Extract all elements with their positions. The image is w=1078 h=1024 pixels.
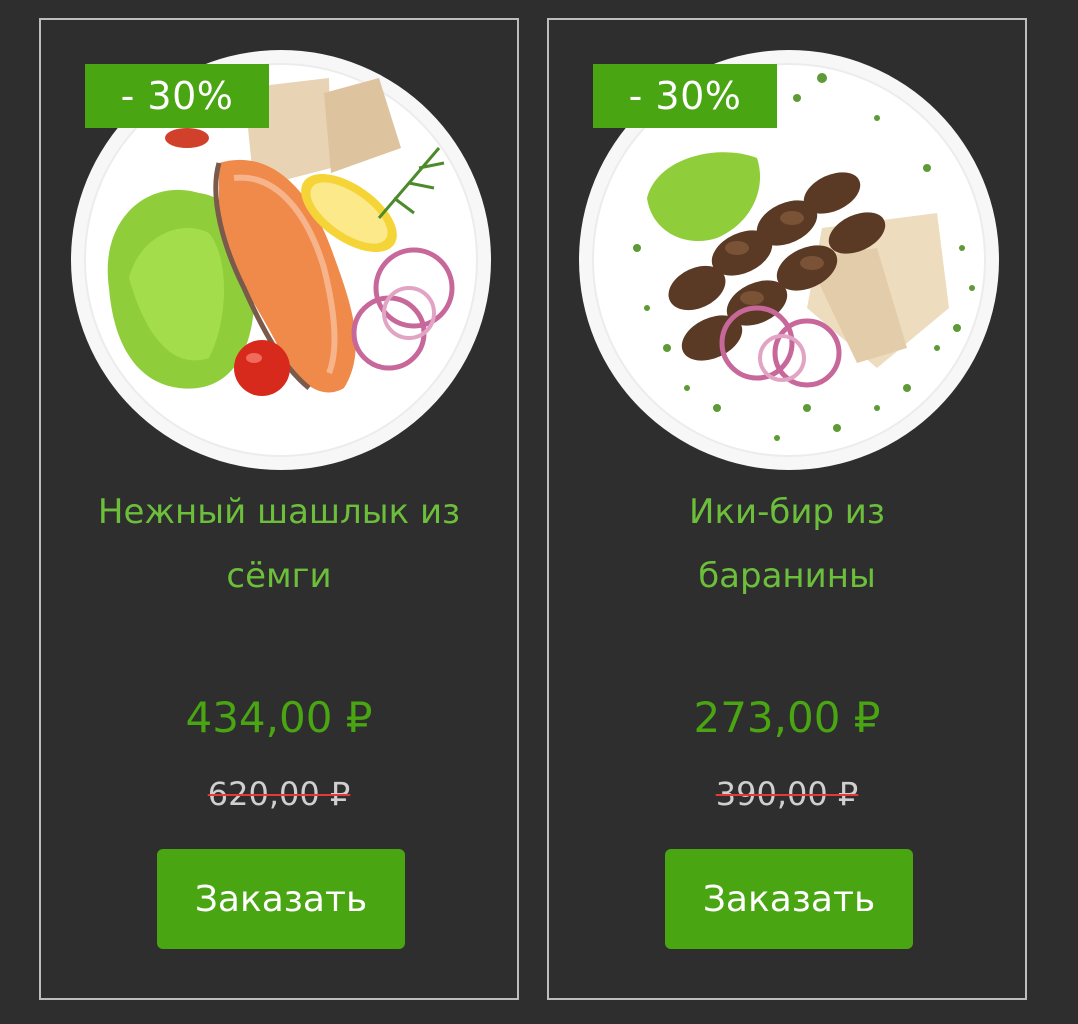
product-title-line1: Ики-бир из xyxy=(689,492,885,532)
product-title[interactable]: Нежный шашлык из сёмги xyxy=(61,480,497,608)
product-title-line1: Нежный шашлык из xyxy=(97,492,461,532)
discount-badge: - 30% xyxy=(85,64,269,128)
product-title-line2: сёмги xyxy=(226,556,332,596)
product-card: - 30% Нежный шашлык из сёмги 434,00 ₽ 62… xyxy=(39,18,519,1000)
product-price: 434,00 ₽ xyxy=(185,693,373,742)
product-title-line2: баранины xyxy=(698,556,876,596)
old-price-value: 390,00 ₽ xyxy=(715,775,859,813)
product-old-price: 390,00 ₽ xyxy=(549,772,1025,816)
product-card: - 30% Ики-бир из баранины 273,00 ₽ 390,0… xyxy=(547,18,1027,1000)
order-button[interactable]: Заказать xyxy=(157,849,405,949)
product-old-price: 620,00 ₽ xyxy=(41,772,517,816)
old-price-value: 620,00 ₽ xyxy=(207,775,351,813)
product-title[interactable]: Ики-бир из баранины xyxy=(569,480,1005,608)
discount-badge: - 30% xyxy=(593,64,777,128)
product-price: 273,00 ₽ xyxy=(693,693,881,742)
order-button[interactable]: Заказать xyxy=(665,849,913,949)
